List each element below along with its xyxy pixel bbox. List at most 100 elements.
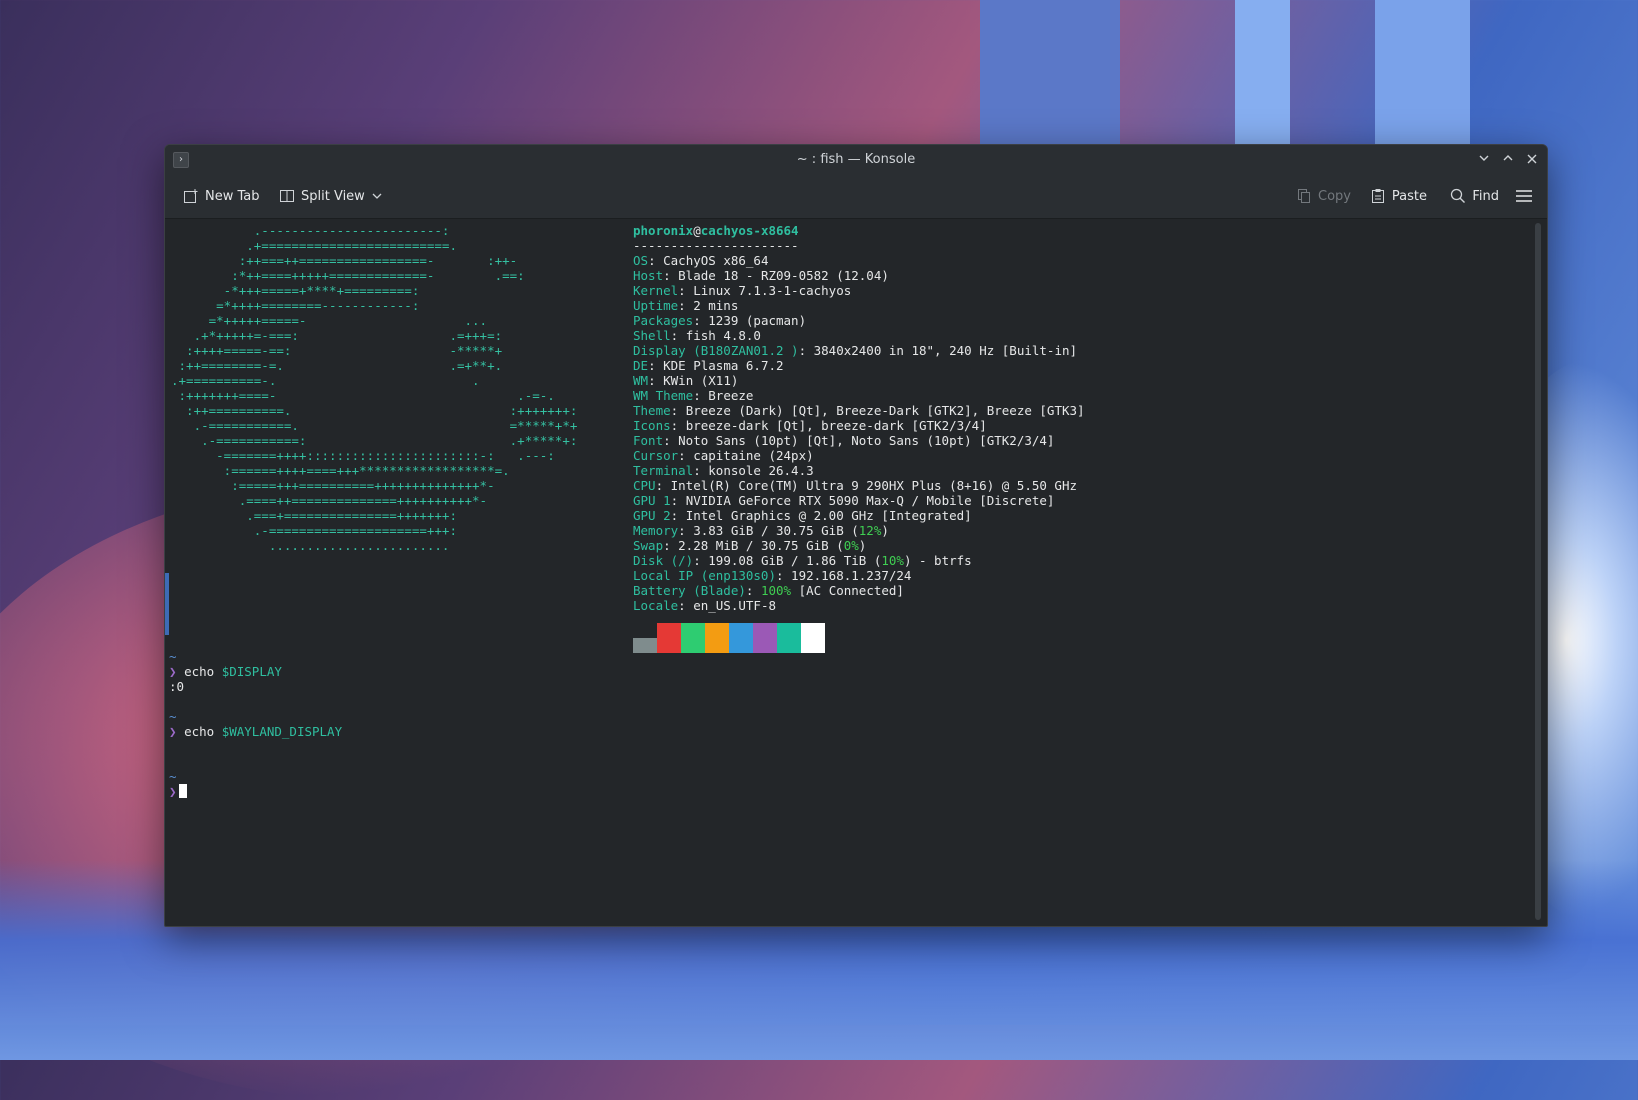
info-key: Terminal — [633, 463, 694, 478]
prompt-symbol: ❯ — [169, 724, 177, 739]
command-word: echo — [184, 664, 215, 679]
cachyos-ascii-logo: .------------------------: .+===========… — [171, 223, 578, 553]
info-value: : 199.08 GiB / 1.86 TiB ( — [693, 553, 882, 568]
paste-button[interactable]: Paste — [1370, 184, 1427, 208]
copy-button[interactable]: Copy — [1296, 184, 1351, 208]
scroll-marker — [165, 573, 169, 635]
maximize-button[interactable] — [1497, 149, 1519, 171]
at-sign: @ — [693, 223, 701, 238]
info-value: : 1239 (pacman) — [693, 313, 807, 328]
info-value-tail: ) - btrfs — [903, 553, 972, 568]
info-key: Locale — [633, 598, 679, 613]
info-row: Packages: 1239 (pacman) — [633, 313, 1085, 328]
info-key: WM — [633, 373, 649, 388]
shell-history: ~ ❯ echo $DISPLAY :0 ~ ❯ echo $WAYLAND_D… — [169, 649, 342, 799]
info-row: Locale: en_US.UTF-8 — [633, 598, 1085, 613]
info-row: Cursor: capitaine (24px) — [633, 448, 1085, 463]
info-value: : Blade 18 - RZ09-0582 (12.04) — [663, 268, 889, 283]
info-row: Host: Blade 18 - RZ09-0582 (12.04) — [633, 268, 1085, 283]
info-key: DE — [633, 358, 649, 373]
info-key: OS — [633, 253, 649, 268]
prompt-symbol: ❯ — [169, 664, 177, 679]
info-row: Disk (/): 199.08 GiB / 1.86 TiB (10%) - … — [633, 553, 1085, 568]
new-tab-icon — [184, 189, 198, 203]
info-key: GPU 1 — [633, 493, 671, 508]
info-value: : Noto Sans (10pt) [Qt], Noto Sans (10pt… — [663, 433, 1055, 448]
command-variable: $WAYLAND_DISPLAY — [221, 724, 343, 739]
wallpaper-shape — [1375, 0, 1470, 150]
close-button[interactable] — [1521, 149, 1543, 171]
title-bar[interactable]: › ~ : fish — Konsole — [165, 145, 1547, 175]
split-view-dropdown[interactable] — [371, 184, 383, 208]
info-row: Uptime: 2 mins — [633, 298, 1085, 313]
info-row: Kernel: Linux 7.1.3-1-cachyos — [633, 283, 1085, 298]
chevron-down-icon — [372, 193, 382, 199]
info-value: : Intel Graphics @ 2.00 GHz [Integrated] — [670, 508, 972, 523]
info-key: Local IP (enp130s0) — [633, 568, 776, 583]
command-word: echo — [184, 724, 215, 739]
user-host-line: phoronix@cachyos-x8664 — [633, 223, 1085, 238]
system-info: phoronix@cachyos-x8664 -----------------… — [633, 223, 1085, 613]
info-key: Memory — [633, 523, 679, 538]
info-value: : KWin (X11) — [648, 373, 739, 388]
konsole-window: › ~ : fish — Konsole New Tab Split View … — [164, 144, 1548, 927]
terminal-area[interactable]: .------------------------: .+===========… — [165, 219, 1547, 926]
info-value: : — [745, 583, 761, 598]
info-key: Display (B180ZAN01.2 ) — [633, 343, 799, 358]
split-view-label: Split View — [301, 188, 365, 204]
info-separator: ---------------------- — [633, 238, 799, 253]
new-tab-button[interactable]: New Tab — [183, 184, 260, 208]
paste-icon — [1371, 189, 1384, 203]
info-value: : en_US.UTF-8 — [678, 598, 776, 613]
info-rows: OS: CachyOS x86_64 Host: Blade 18 - RZ09-… — [633, 253, 1085, 613]
info-row: DE: KDE Plasma 6.7.2 — [633, 358, 1085, 373]
info-value: : 3.83 GiB / 30.75 GiB ( — [678, 523, 859, 538]
info-key: Swap — [633, 538, 664, 553]
new-tab-label: New Tab — [205, 188, 260, 204]
username: phoronix — [633, 223, 694, 238]
info-value: : fish 4.8.0 — [670, 328, 761, 343]
info-key: Host — [633, 268, 664, 283]
info-value: : KDE Plasma 6.7.2 — [648, 358, 784, 373]
minimize-button[interactable] — [1473, 149, 1495, 171]
scrollbar[interactable] — [1535, 223, 1541, 920]
info-key: Uptime — [633, 298, 679, 313]
paste-label: Paste — [1391, 188, 1427, 204]
info-key: WM Theme — [633, 388, 694, 403]
color-swatch — [681, 623, 705, 653]
info-row: Memory: 3.83 GiB / 30.75 GiB (12%) — [633, 523, 1085, 538]
text-cursor — [178, 784, 187, 798]
active-prompt-line[interactable]: ❯ — [169, 784, 342, 799]
prompt-cwd: ~ — [169, 649, 177, 664]
info-row: Swap: 2.28 MiB / 30.75 GiB (0%) — [633, 538, 1085, 553]
info-percent: 100% — [760, 583, 792, 598]
info-value-tail: ) — [858, 538, 867, 553]
hamburger-menu-button[interactable] — [1515, 184, 1533, 208]
info-percent: 10% — [881, 553, 904, 568]
hamburger-menu-icon — [1516, 190, 1532, 202]
info-percent: 0% — [843, 538, 859, 553]
info-value-tail: ) — [881, 523, 889, 538]
prompt-symbol: ❯ — [169, 784, 177, 799]
split-view-button[interactable]: Split View — [279, 184, 365, 208]
prompt-cwd: ~ — [169, 769, 177, 784]
info-row: Display (B180ZAN01.2 ): 3840x2400 in 18"… — [633, 343, 1085, 358]
color-swatch — [801, 623, 825, 653]
info-key: Battery (Blade) — [633, 583, 746, 598]
find-button[interactable]: Find — [1450, 184, 1499, 208]
color-swatch — [729, 623, 753, 653]
hostname: cachyos-x8664 — [700, 223, 799, 238]
info-value: : 3840x2400 in 18", 240 Hz [Built-in] — [798, 343, 1078, 358]
color-swatch — [753, 623, 777, 653]
chevron-down-icon — [1479, 155, 1489, 161]
color-swatch — [657, 623, 681, 653]
info-row: Battery (Blade): 100% [AC Connected] — [633, 583, 1085, 598]
info-row: Local IP (enp130s0): 192.168.1.237/24 — [633, 568, 1085, 583]
window-title: ~ : fish — Konsole — [796, 152, 916, 167]
info-row: CPU: Intel(R) Core(TM) Ultra 9 290HX Plu… — [633, 478, 1085, 493]
info-value: : 2 mins — [678, 298, 739, 313]
toolbar: New Tab Split View Copy Paste Find — [165, 175, 1547, 219]
info-row: Theme: Breeze (Dark) [Qt], Breeze-Dark [… — [633, 403, 1085, 418]
info-key: GPU 2 — [633, 508, 671, 523]
